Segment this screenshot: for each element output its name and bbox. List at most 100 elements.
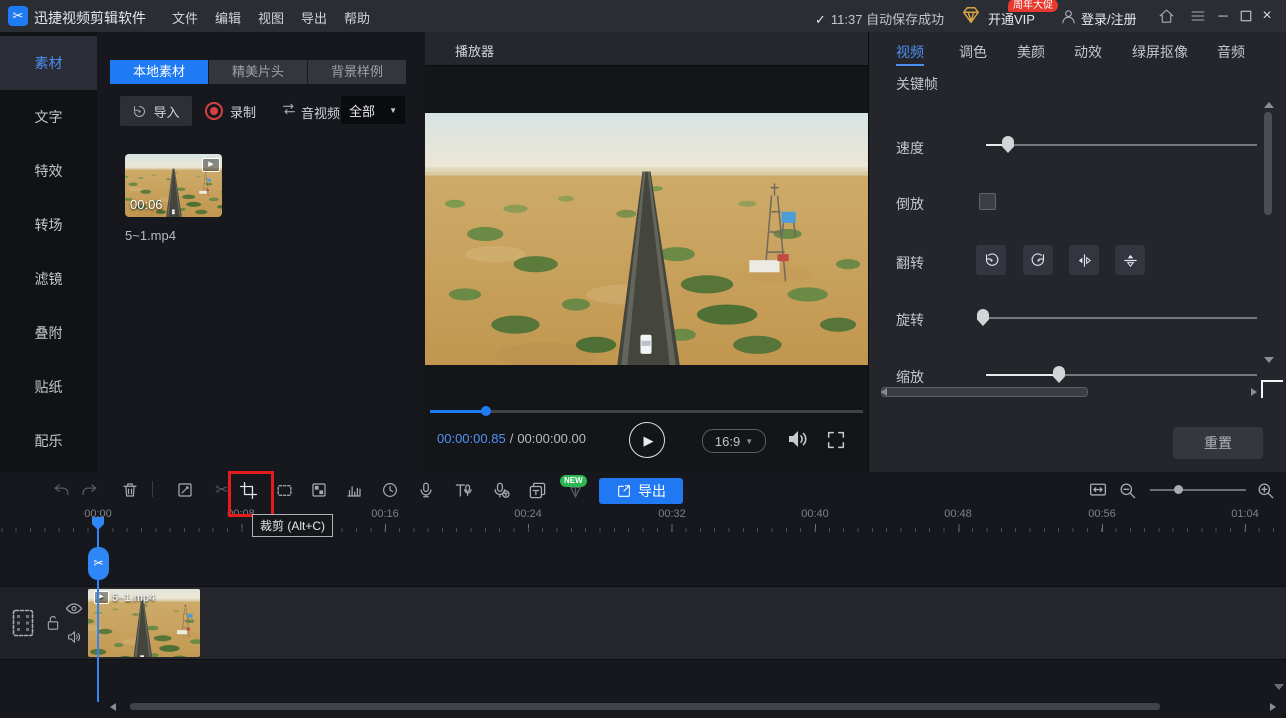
menu-view[interactable]: 视图	[254, 8, 288, 27]
reset-button[interactable]: 重置	[1173, 427, 1263, 459]
aspect-ratio-dropdown[interactable]: 16:9 ▼	[702, 429, 766, 453]
keyframe-button[interactable]: 关键帧	[896, 74, 938, 94]
tab-motion[interactable]: 动效	[1074, 42, 1102, 62]
play-button[interactable]: ▶	[629, 422, 665, 458]
delete-button[interactable]	[117, 477, 143, 503]
reverse-label: 倒放	[896, 194, 924, 214]
media-filter-dropdown[interactable]: 全部 ▼	[341, 96, 405, 124]
seek-handle[interactable]	[481, 406, 491, 416]
minimize-button[interactable]: ─	[1214, 7, 1232, 25]
swap-media-icon[interactable]	[281, 102, 297, 116]
fullscreen-icon[interactable]	[825, 429, 847, 451]
timeline-hscrollbar[interactable]	[110, 702, 1276, 711]
subtitle-button[interactable]	[524, 477, 550, 503]
user-icon[interactable]	[1060, 8, 1077, 25]
scroll-right-arrow[interactable]	[1251, 388, 1257, 396]
tab-beauty[interactable]: 美颜	[1017, 42, 1045, 62]
playhead-line[interactable]	[97, 518, 99, 702]
main-menu-icon[interactable]	[1190, 9, 1206, 23]
sidebar-item-stickers[interactable]: 贴纸	[0, 360, 97, 414]
scroll-left-arrow[interactable]	[881, 388, 887, 396]
rotate-label: 旋转	[896, 310, 924, 330]
timeline-ruler[interactable]: 00:00 00:08 00:16 00:24 00:32 00:40 00:4…	[0, 506, 1286, 532]
text-to-speech-button[interactable]	[450, 477, 476, 503]
sidebar-item-transitions[interactable]: 转场	[0, 198, 97, 252]
scale-slider-thumb[interactable]	[1053, 366, 1065, 383]
timeline-hscroll-thumb[interactable]	[130, 703, 1160, 710]
volume-icon[interactable]	[785, 427, 811, 451]
sidebar-item-music[interactable]: 配乐	[0, 414, 97, 468]
duration-button[interactable]	[377, 477, 403, 503]
vscroll-thumb[interactable]	[1264, 112, 1272, 215]
menu-edit[interactable]: 编辑	[211, 8, 245, 27]
rotate-slider[interactable]	[979, 317, 1257, 319]
tab-background-samples[interactable]: 背景样例	[308, 60, 406, 84]
zoom-out-button[interactable]	[1114, 477, 1140, 503]
tab-local-media[interactable]: 本地素材	[110, 60, 208, 84]
close-button[interactable]: ×	[1258, 7, 1276, 25]
app-title: 迅捷视频剪辑软件	[34, 8, 146, 28]
audio-wave-button[interactable]	[341, 477, 367, 503]
login-register-button[interactable]: 登录/注册	[1081, 9, 1137, 28]
materials-panel: 本地素材 精美片头 背景样例 导入 录制 音视频 全部 ▼ ▶ 00:06 5~…	[97, 32, 425, 472]
menu-export[interactable]: 导出	[297, 8, 331, 27]
home-icon[interactable]	[1158, 8, 1175, 25]
track-volume-icon[interactable]	[66, 629, 83, 645]
timeline-scroll-down-arrow[interactable]	[1274, 684, 1284, 690]
edit-button[interactable]	[172, 477, 198, 503]
unlock-icon[interactable]	[45, 613, 61, 632]
scroll-left-arrow[interactable]	[110, 703, 116, 711]
rotate-ccw-button[interactable]	[976, 245, 1006, 275]
scroll-right-arrow[interactable]	[1270, 703, 1276, 711]
tab-chroma-key[interactable]: 绿屏抠像	[1132, 42, 1188, 62]
timeline-zoom-thumb[interactable]	[1174, 485, 1183, 494]
vip-diamond-icon[interactable]	[960, 5, 982, 25]
video-preview	[425, 113, 868, 365]
sidebar-item-filters[interactable]: 滤镜	[0, 252, 97, 306]
scroll-up-arrow[interactable]	[1264, 102, 1274, 108]
fit-timeline-button[interactable]	[1085, 477, 1111, 503]
record-voice-button[interactable]	[413, 477, 439, 503]
speed-slider[interactable]	[986, 144, 1257, 146]
maximize-button[interactable]	[1240, 10, 1252, 22]
sidebar-item-overlays[interactable]: 叠附	[0, 306, 97, 360]
menu-file[interactable]: 文件	[168, 8, 202, 27]
clip-filename: 5~1.mp4	[125, 228, 176, 243]
speed-slider-thumb[interactable]	[1002, 136, 1014, 153]
rotate-slider-thumb[interactable]	[977, 309, 989, 326]
track-header	[0, 587, 88, 659]
sidebar-item-effects[interactable]: 特效	[0, 144, 97, 198]
eye-icon[interactable]	[65, 602, 83, 615]
undo-button[interactable]	[48, 477, 74, 503]
zoom-in-icon	[1256, 481, 1275, 500]
redo-button[interactable]	[76, 477, 102, 503]
inspector-hscrollbar[interactable]	[881, 387, 1271, 397]
record-button[interactable]: 录制	[205, 96, 256, 126]
import-button[interactable]: 导入	[120, 96, 192, 126]
inspector-panel: 视频 调色 美颜 动效 绿屏抠像 音频 关键帧 速度 倒放 翻转	[868, 32, 1286, 472]
zoom-in-button[interactable]	[1252, 477, 1278, 503]
reverse-checkbox[interactable]	[979, 193, 996, 210]
seek-bar[interactable]	[430, 410, 863, 413]
mosaic-button[interactable]	[306, 477, 332, 503]
scroll-down-arrow[interactable]	[1264, 357, 1274, 363]
voice-change-button[interactable]	[488, 477, 514, 503]
export-button[interactable]: 导出	[599, 478, 683, 504]
menu-help[interactable]: 帮助	[340, 8, 374, 27]
region-select-button[interactable]	[271, 477, 297, 503]
tab-video[interactable]: 视频	[896, 42, 924, 62]
flip-horizontal-button[interactable]	[1069, 245, 1099, 275]
sidebar-item-media[interactable]: 素材	[0, 36, 97, 90]
total-time: 00:00:00.00	[517, 431, 586, 446]
sidebar-item-text[interactable]: 文字	[0, 90, 97, 144]
hscroll-thumb[interactable]	[881, 387, 1088, 397]
playhead-scissors-handle[interactable]: ✂	[88, 547, 109, 580]
tab-audio[interactable]: 音频	[1217, 42, 1245, 62]
timeline-zoom-slider[interactable]	[1150, 489, 1246, 491]
flip-vertical-button[interactable]	[1115, 245, 1145, 275]
scale-slider[interactable]	[986, 374, 1257, 376]
tab-color[interactable]: 调色	[959, 42, 987, 62]
tab-intro-templates[interactable]: 精美片头	[209, 60, 307, 84]
sidebar: 素材 文字 特效 转场 滤镜 叠附 贴纸 配乐	[0, 32, 97, 472]
rotate-cw-button[interactable]	[1023, 245, 1053, 275]
